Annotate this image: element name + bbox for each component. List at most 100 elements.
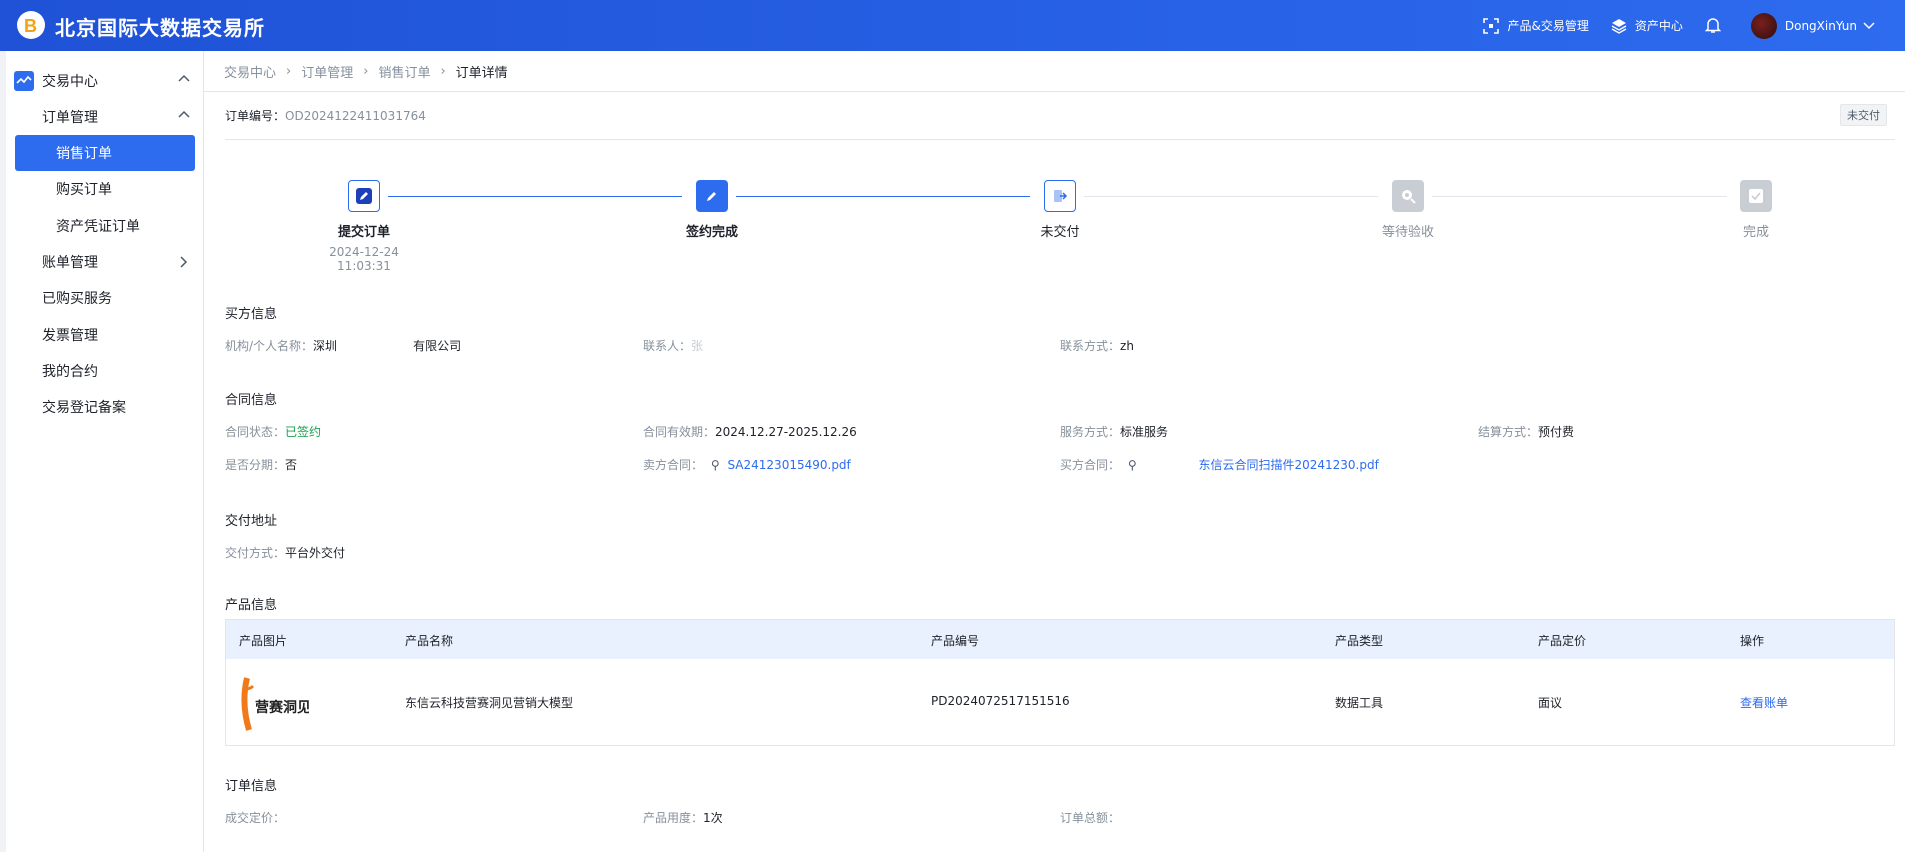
sidebar-item-order-management[interactable]: 订单管理	[6, 99, 204, 135]
buyer-contact-value: 张	[691, 339, 704, 353]
section-title-contract: 合同信息	[225, 393, 278, 408]
buyer-org: 机构/个人名称：深圳 有限公司	[225, 337, 461, 354]
sidebar-item-label: 账单管理	[42, 255, 98, 271]
chevron-down-icon	[1863, 21, 1875, 29]
order-number-value: OD2024122411031764	[285, 109, 426, 123]
edit-icon	[348, 180, 380, 212]
product-table: 产品图片 产品名称 产品编号 产品类型 产品定价 操作 营赛洞见 东信云科技营赛…	[225, 619, 1895, 746]
sidebar-item-label: 发票管理	[42, 328, 98, 344]
notification-bell[interactable]	[1704, 17, 1729, 34]
contract-service-mode: 服务方式：标准服务	[1060, 423, 1168, 440]
section-title-buyer: 买方信息	[225, 307, 278, 322]
sidebar-item-invoice[interactable]: 发票管理	[6, 317, 204, 353]
col-header: 产品类型	[1335, 634, 1384, 648]
nav-products-label: 产品&交易管理	[1507, 19, 1589, 33]
nav-products-trading[interactable]: 产品&交易管理	[1483, 17, 1589, 34]
step-connector	[736, 196, 1030, 197]
col-header: 产品图片	[239, 634, 288, 648]
breadcrumb-sales-orders[interactable]: 销售订单	[378, 62, 430, 81]
buyer-phone-label: 联系方式：	[1060, 339, 1121, 353]
contract-settle-label: 结算方式：	[1478, 425, 1539, 439]
contract-settlement: 结算方式：预付费	[1478, 423, 1574, 440]
chevron-right-icon	[180, 256, 188, 268]
logout-icon	[1044, 180, 1076, 212]
sidebar-item-registration[interactable]: 交易登记备案	[6, 389, 204, 425]
divider	[204, 91, 1905, 92]
step-date: 2024-12-24 11:03:31	[329, 245, 399, 273]
order-deal-label: 成交定价：	[225, 811, 286, 825]
user-menu[interactable]: DongXinYun	[1750, 12, 1883, 39]
sidebar-item-contracts[interactable]: 我的合约	[6, 353, 204, 389]
sidebar-item-label: 已购买服务	[42, 291, 112, 307]
contract-validity-label: 合同有效期：	[643, 425, 716, 439]
status-badge: 未交付	[1840, 104, 1887, 126]
breadcrumb-order-management[interactable]: 订单管理	[301, 62, 353, 81]
contract-validity: 合同有效期：2024.12.27-2025.12.26	[643, 423, 857, 440]
contract-status-label: 合同状态：	[225, 425, 286, 439]
sidebar-item-label: 资产凭证订单	[56, 219, 140, 235]
view-bill-link[interactable]: 查看账单	[1740, 694, 1788, 711]
buyer-org-value: 深圳	[313, 339, 338, 353]
nav-assets[interactable]: 资产中心	[1611, 17, 1683, 34]
chart-icon	[14, 71, 34, 91]
step-title: 等待验收	[1381, 225, 1434, 240]
breadcrumb-separator-icon: ›	[286, 64, 292, 79]
step-connector	[388, 196, 682, 197]
buyer-contact: 联系人：张	[643, 337, 703, 354]
divider	[225, 139, 1895, 140]
breadcrumb-separator-icon: ›	[363, 64, 369, 79]
step-title: 完成	[1742, 225, 1769, 240]
sidebar-item-purchased-services[interactable]: 已购买服务	[6, 280, 204, 316]
bell-icon	[1704, 18, 1721, 33]
contract-validity-value: 2024.12.27-2025.12.26	[715, 425, 857, 439]
col-header: 产品编号	[931, 634, 980, 648]
scan-icon	[1483, 17, 1500, 34]
sidebar-item-purchase-orders[interactable]: 购买订单	[6, 171, 204, 207]
section-title-delivery: 交付地址	[225, 514, 278, 529]
buyer-phone-value: zh	[1120, 339, 1134, 353]
search-icon	[1392, 180, 1424, 212]
col-header: 操作	[1740, 634, 1765, 648]
sidebar-item-asset-orders[interactable]: 资产凭证订单	[6, 208, 204, 244]
sidebar-item-sales-orders[interactable]: 销售订单	[6, 135, 204, 171]
contract-service-label: 服务方式：	[1060, 425, 1121, 439]
order-usage-label: 产品用度：	[643, 811, 704, 825]
order-number: 订单编号：OD2024122411031764	[225, 107, 426, 124]
order-deal-price: 成交定价：	[225, 809, 285, 826]
chevron-up-icon	[178, 110, 190, 118]
avatar	[1750, 12, 1777, 39]
sidebar-item-billing[interactable]: 账单管理	[6, 244, 204, 280]
contract-settle-value: 预付费	[1538, 425, 1575, 439]
attachment-icon: ⚲	[1127, 458, 1137, 472]
sidebar-item-label: 订单管理	[42, 110, 98, 126]
product-image: 营赛洞见	[241, 677, 309, 731]
contract-status: 合同状态：已签约	[225, 423, 321, 440]
order-total-label: 订单总额：	[1060, 811, 1121, 825]
main-content: 交易中心 › 订单管理 › 销售订单 › 订单详情 订单编号：OD2024122…	[204, 51, 1905, 852]
delivery-mode-value: 平台外交付	[285, 546, 346, 560]
contract-installment: 是否分期：否	[225, 456, 297, 473]
product-code: PD2024072517151516	[931, 694, 1070, 708]
seller-contract-link[interactable]: SA24123015490.pdf	[727, 458, 850, 472]
contract-status-value: 已签约	[285, 425, 322, 439]
sidebar-item-label: 我的合约	[42, 364, 98, 380]
buyer-org-label: 机构/个人名称：	[225, 339, 314, 353]
order-usage-value: 1次	[703, 811, 723, 825]
buyer-phone: 联系方式：zh	[1060, 337, 1134, 354]
sidebar-item-label: 交易登记备案	[42, 400, 126, 416]
breadcrumb-trading-center[interactable]: 交易中心	[224, 62, 276, 81]
sidebar-item-label: 购买订单	[56, 182, 112, 198]
check-icon	[1740, 180, 1772, 212]
top-nav: 产品&交易管理 资产中心 DongXinYun	[1483, 0, 1905, 51]
brand-logo-icon: B	[17, 11, 45, 39]
sidebar-group-trading-center[interactable]: 交易中心	[6, 63, 204, 99]
contract-seller-file: 卖方合同： ⚲ SA24123015490.pdf	[643, 456, 851, 473]
buyer-contract-link[interactable]: 东信云合同扫描件20241230.pdf	[1198, 458, 1378, 472]
chevron-up-icon	[178, 74, 190, 82]
contract-install-value: 否	[285, 458, 298, 472]
step-awaiting-acceptance: 等待验收	[1348, 180, 1468, 240]
step-connector	[1084, 196, 1378, 197]
step-title: 提交订单	[337, 225, 390, 240]
nav-assets-label: 资产中心	[1634, 19, 1683, 33]
step-undelivered: 未交付	[1000, 180, 1120, 240]
